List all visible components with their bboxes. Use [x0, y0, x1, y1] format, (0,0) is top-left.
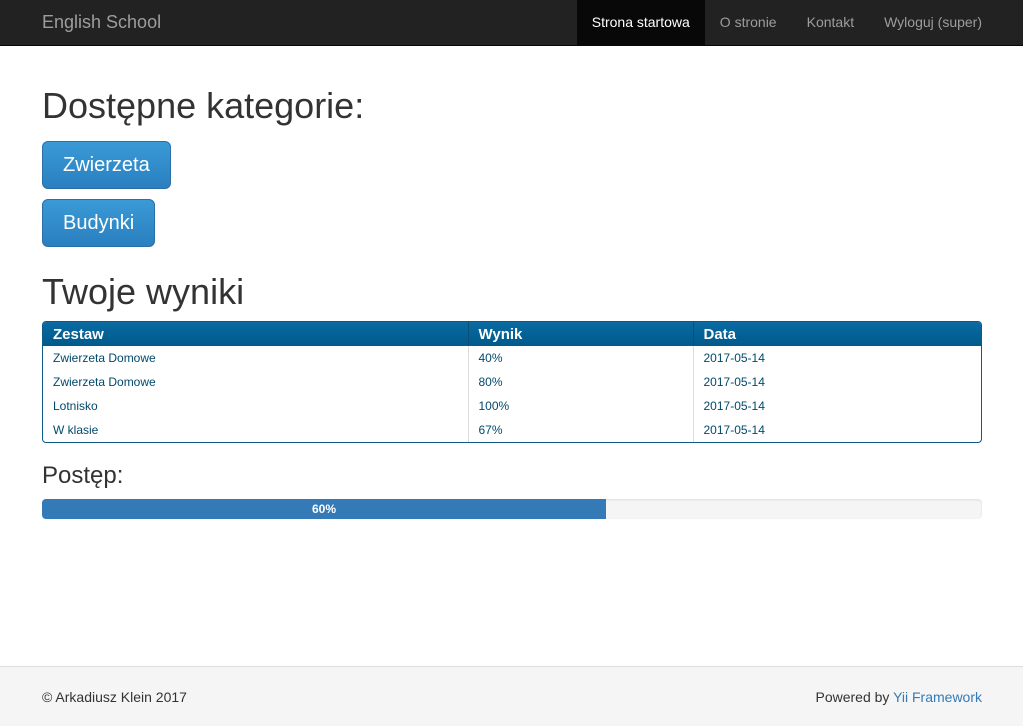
nav-item-home[interactable]: Strona startowa	[576, 0, 705, 46]
set-link[interactable]: Zwierzeta Domowe	[53, 375, 156, 389]
cell-wynik: 67%	[467, 418, 693, 442]
copyright-text: © Arkadiusz Klein 2017	[42, 689, 187, 705]
table-row: Zwierzeta Domowe 40% 2017-05-14	[43, 346, 981, 370]
progress-bar: 60%	[42, 499, 606, 519]
cell-wynik: 40%	[467, 346, 693, 370]
table-header-row: Zestaw Wynik Data	[43, 322, 981, 346]
cell-zestaw: Zwierzeta Domowe	[43, 346, 468, 370]
table-row: W klasie 67% 2017-05-14	[43, 418, 981, 442]
results-table: Zestaw Wynik Data Zwierzeta Domowe 40% 2…	[42, 321, 982, 443]
cell-data: 2017-05-14	[692, 394, 981, 418]
yii-framework-link[interactable]: Yii Framework	[893, 689, 982, 705]
set-link[interactable]: Lotnisko	[53, 399, 98, 413]
column-header-wynik[interactable]: Wynik	[467, 322, 693, 346]
navbar: English School Strona startowa O stronie…	[0, 0, 1023, 46]
category-button-budynki[interactable]: Budynki	[42, 199, 156, 247]
nav-item-logout[interactable]: Wyloguj (super)	[869, 0, 997, 46]
progress-track: 60%	[42, 499, 982, 519]
cell-data: 2017-05-14	[692, 418, 981, 442]
brand-link[interactable]: English School	[42, 0, 161, 46]
nav-item-contact[interactable]: Kontakt	[792, 0, 869, 46]
table-row: Lotnisko 100% 2017-05-14	[43, 394, 981, 418]
cell-zestaw: W klasie	[43, 418, 468, 442]
category-button-zwierzeta[interactable]: Zwierzeta	[42, 141, 171, 189]
powered-by-label: Powered by	[815, 689, 894, 705]
nav-item-about[interactable]: O stronie	[705, 0, 792, 46]
cell-wynik: 80%	[467, 370, 693, 394]
cell-zestaw: Zwierzeta Domowe	[43, 370, 468, 394]
progress-heading: Postęp:	[42, 462, 124, 489]
cell-zestaw: Lotnisko	[43, 394, 468, 418]
set-link[interactable]: W klasie	[53, 423, 98, 437]
cell-data: 2017-05-14	[692, 346, 981, 370]
footer: © Arkadiusz Klein 2017 Powered by Yii Fr…	[0, 666, 1023, 726]
results-heading: Twoje wyniki	[42, 271, 245, 312]
set-link[interactable]: Zwierzeta Domowe	[53, 351, 156, 365]
column-header-data[interactable]: Data	[692, 322, 981, 346]
nav-menu: Strona startowa O stronie Kontakt Wylogu…	[576, 0, 997, 46]
categories-heading: Dostępne kategorie:	[42, 85, 365, 126]
table-row: Zwierzeta Domowe 80% 2017-05-14	[43, 370, 981, 394]
powered-by: Powered by Yii Framework	[815, 689, 982, 705]
cell-data: 2017-05-14	[692, 370, 981, 394]
column-header-zestaw[interactable]: Zestaw	[43, 322, 468, 346]
cell-wynik: 100%	[467, 394, 693, 418]
